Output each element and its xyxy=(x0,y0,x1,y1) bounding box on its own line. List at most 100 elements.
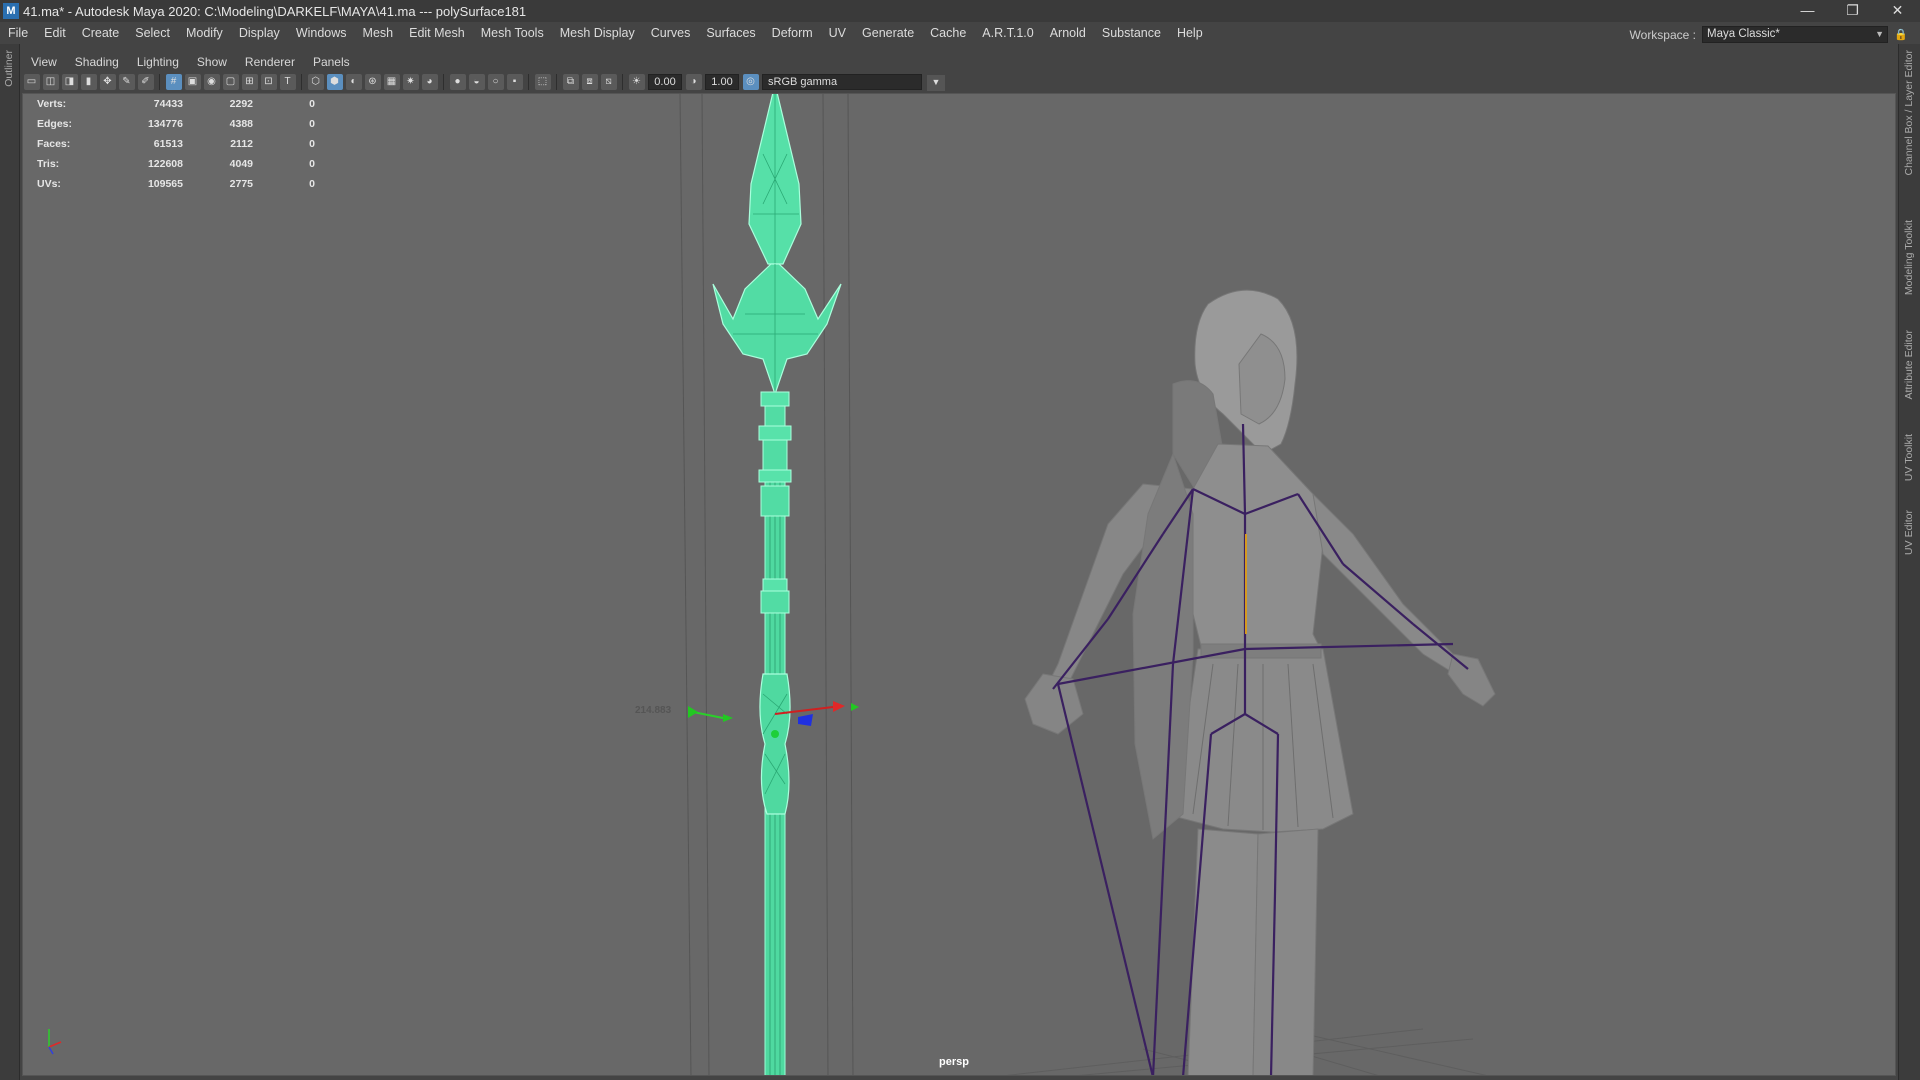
safe-title-icon[interactable]: T xyxy=(279,74,296,90)
tab-outliner[interactable]: Outliner xyxy=(3,50,15,87)
grid-icon[interactable]: # xyxy=(165,74,182,90)
color-space-dropdown[interactable]: sRGB gamma ▼ xyxy=(762,74,945,91)
resolution-gate-icon[interactable]: ◉ xyxy=(203,74,220,90)
close-icon[interactable]: ✕ xyxy=(1875,0,1920,22)
tab-uv-editor[interactable]: UV Editor xyxy=(1903,510,1915,555)
isolate-select-icon[interactable]: ⬚ xyxy=(534,74,551,90)
default-material-icon[interactable]: ◐ xyxy=(345,74,362,90)
lighting-icon[interactable]: ✷ xyxy=(402,74,419,90)
hud-row: Tris: 122608 4049 0 xyxy=(37,154,315,174)
hud-value: 61513 xyxy=(153,138,183,150)
menu-generate[interactable]: Generate xyxy=(854,26,922,40)
menu-display[interactable]: Display xyxy=(231,26,288,40)
panel-menu-show[interactable]: Show xyxy=(188,55,236,69)
chevron-down-icon[interactable]: ▼ xyxy=(927,75,945,91)
gamma-field[interactable]: 1.00 xyxy=(705,74,739,90)
menu-modify[interactable]: Modify xyxy=(178,26,231,40)
xray-joints-icon[interactable]: ⧈ xyxy=(581,74,598,90)
bookmark-icon[interactable]: ◨ xyxy=(61,74,78,90)
safe-action-icon[interactable]: ⊡ xyxy=(260,74,277,90)
grease-pencil-icon[interactable]: ✎ xyxy=(118,74,135,90)
twod-pan-icon[interactable]: ✥ xyxy=(99,74,116,90)
menu-windows[interactable]: Windows xyxy=(288,26,355,40)
menu-mesh-tools[interactable]: Mesh Tools xyxy=(473,26,552,40)
menu-a-r-t-1-0[interactable]: A.R.T.1.0 xyxy=(974,26,1041,40)
xray-components-icon[interactable]: ⧅ xyxy=(600,74,617,90)
toolbar-divider xyxy=(528,74,529,90)
shadows-icon[interactable]: ◕ xyxy=(421,74,438,90)
toolbar-divider xyxy=(556,74,557,90)
panel-menu-shading[interactable]: Shading xyxy=(66,55,128,69)
image-plane-icon[interactable]: ▮ xyxy=(80,74,97,90)
hud-value: 4049 xyxy=(229,158,253,170)
workspace-dropdown[interactable]: Maya Classic* ▼ xyxy=(1702,26,1888,43)
hud-label: Tris: xyxy=(37,158,60,170)
character-model[interactable] xyxy=(1024,289,1496,1076)
minimize-icon[interactable]: — xyxy=(1785,0,1830,22)
panel-menu-view[interactable]: View xyxy=(22,55,66,69)
outliner-strip: Outliner xyxy=(0,44,20,1080)
hud-label: Faces: xyxy=(37,138,71,150)
exposure-field[interactable]: 0.00 xyxy=(648,74,682,90)
menu-surfaces[interactable]: Surfaces xyxy=(698,26,763,40)
hud-value: 0 xyxy=(309,158,315,170)
perspective-viewport[interactable]: Verts: 74433 2292 0 Edges: 134776 4388 0 Faces: 6… xyxy=(22,93,1896,1076)
field-chart-icon[interactable]: ⊞ xyxy=(241,74,258,90)
gate-mask-icon[interactable]: ▢ xyxy=(222,74,239,90)
workspace-label: Workspace : xyxy=(1629,27,1696,42)
spear-model[interactable] xyxy=(712,94,842,1076)
menu-help[interactable]: Help xyxy=(1169,26,1211,40)
anti-aliasing-icon[interactable]: ○ xyxy=(487,74,504,90)
menu-substance[interactable]: Substance xyxy=(1094,26,1169,40)
smooth-shade-icon[interactable]: ⬢ xyxy=(326,74,343,90)
hud-value: 2292 xyxy=(229,98,253,110)
menu-edit-mesh[interactable]: Edit Mesh xyxy=(401,26,473,40)
menu-mesh-display[interactable]: Mesh Display xyxy=(552,26,643,40)
wireframe-on-shaded-icon[interactable]: ⊛ xyxy=(364,74,381,90)
hud-row: Faces: 61513 2112 0 xyxy=(37,134,315,154)
menu-deform[interactable]: Deform xyxy=(764,26,821,40)
menu-arnold[interactable]: Arnold xyxy=(1042,26,1094,40)
tab-attribute-editor[interactable]: Attribute Editor xyxy=(1903,330,1915,399)
panel-menu-renderer[interactable]: Renderer xyxy=(236,55,304,69)
xray-icon[interactable]: ⧉ xyxy=(562,74,579,90)
pencil-icon[interactable]: ✐ xyxy=(137,74,154,90)
menu-curves[interactable]: Curves xyxy=(643,26,699,40)
menu-mesh[interactable]: Mesh xyxy=(355,26,402,40)
distance-readout: 214.883 xyxy=(635,705,672,716)
menu-create[interactable]: Create xyxy=(74,26,128,40)
workspace-value: Maya Classic* xyxy=(1707,28,1780,40)
panel-menu-lighting[interactable]: Lighting xyxy=(128,55,188,69)
depth-of-field-icon[interactable]: ▪ xyxy=(506,74,523,90)
menu-edit[interactable]: Edit xyxy=(36,26,74,40)
hud-row: UVs: 109565 2775 0 xyxy=(37,174,315,194)
panel-toolbar: ▭ ◫ ◨ ▮ ✥ ✎ ✐ # ▣ ◉ ▢ ⊞ ⊡ T ⬡ ⬢ ◐ ⊛ ▦ ✷ … xyxy=(22,72,1896,92)
screen-space-ao-icon[interactable]: ● xyxy=(449,74,466,90)
toolbar-divider xyxy=(301,74,302,90)
exposure-icon[interactable]: ☀ xyxy=(628,74,645,90)
textured-icon[interactable]: ▦ xyxy=(383,74,400,90)
film-gate-icon[interactable]: ▣ xyxy=(184,74,201,90)
viewport-scene xyxy=(48,94,1496,1076)
gamma-icon[interactable]: ◑ xyxy=(685,74,702,90)
hud-label: Edges: xyxy=(37,118,73,130)
camera-select-icon[interactable]: ▭ xyxy=(23,74,40,90)
menu-file[interactable]: File xyxy=(0,26,36,40)
restore-icon[interactable]: ❐ xyxy=(1830,0,1875,22)
menu-cache[interactable]: Cache xyxy=(922,26,974,40)
lock-icon[interactable]: 🔒 xyxy=(1894,28,1908,42)
tab-channel-box[interactable]: Channel Box / Layer Editor xyxy=(1903,50,1915,176)
hud-row: Edges: 134776 4388 0 xyxy=(37,114,315,134)
maya-logo-icon: M xyxy=(3,3,19,19)
hud-row: Verts: 74433 2292 0 xyxy=(37,94,315,114)
menu-uv[interactable]: UV xyxy=(821,26,854,40)
menu-select[interactable]: Select xyxy=(127,26,178,40)
color-management-icon[interactable]: ◎ xyxy=(742,74,759,90)
wireframe-icon[interactable]: ⬡ xyxy=(307,74,324,90)
tab-uv-toolkit[interactable]: UV Toolkit xyxy=(1903,434,1915,481)
tab-modeling-toolkit[interactable]: Modeling Toolkit xyxy=(1903,220,1915,295)
motion-blur-icon[interactable]: ◒ xyxy=(468,74,485,90)
axis-indicator-icon xyxy=(48,1029,62,1055)
camera-attributes-icon[interactable]: ◫ xyxy=(42,74,59,90)
panel-menu-panels[interactable]: Panels xyxy=(304,55,359,69)
